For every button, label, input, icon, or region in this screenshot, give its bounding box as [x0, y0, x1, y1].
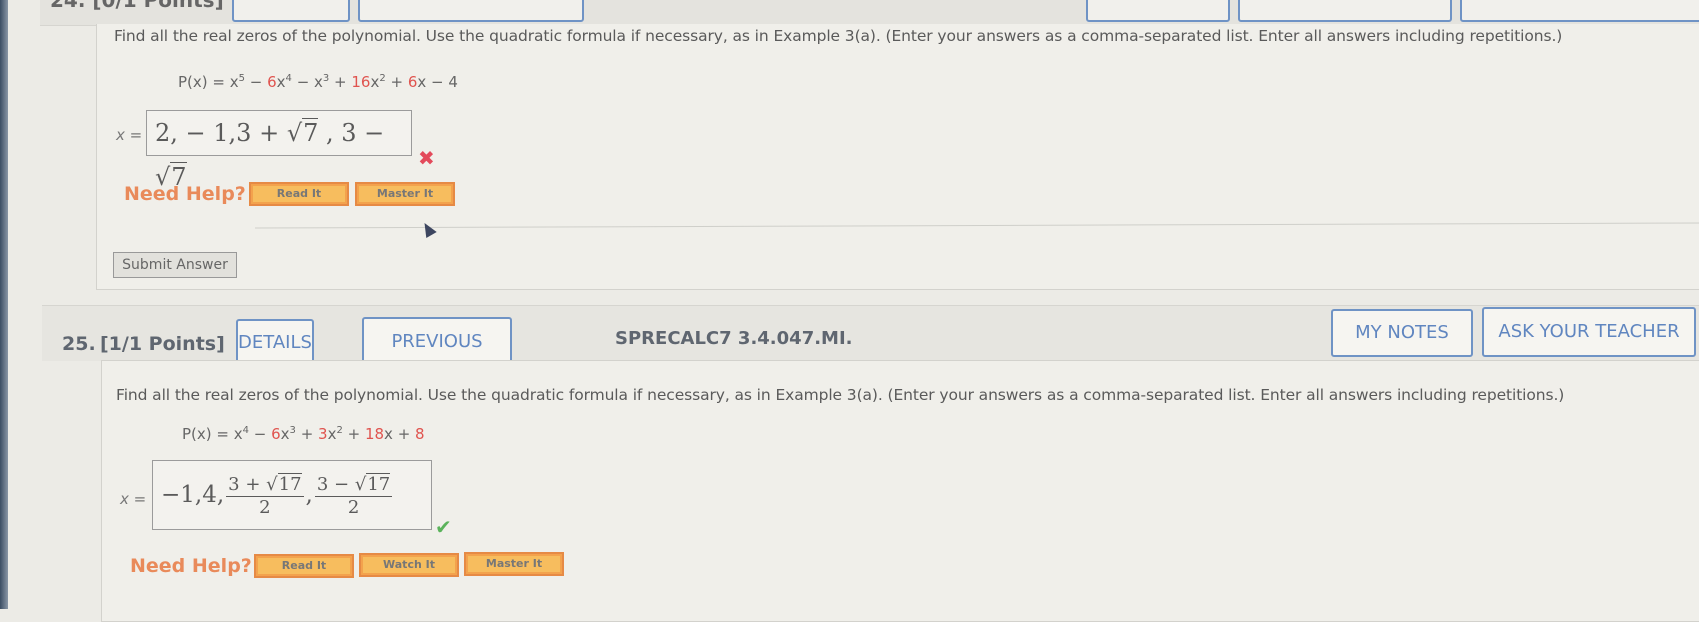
q24-points: 24. [0/1 Points] [50, 0, 224, 12]
q24-read-it-button[interactable]: Read It [249, 182, 349, 206]
ask-your-teacher-button[interactable]: ASK YOUR TEACHER [1482, 307, 1696, 357]
window-edge [0, 0, 8, 609]
q25-watch-it-button[interactable]: Watch It [359, 553, 459, 577]
q25-points: [1/1 Points] [100, 333, 225, 355]
q24-need-help-label: Need Help? [124, 183, 246, 205]
q24-body [96, 24, 1699, 290]
q25-question-text: Find all the real zeros of the polynomia… [116, 386, 1565, 404]
q25-master-it-button[interactable]: Master It [464, 552, 564, 576]
q25-answer-field[interactable]: −1,4, 3 + √17 2, 3 − √17 2 [152, 460, 432, 530]
q25-x-label: x = [120, 490, 147, 508]
submit-answer-button[interactable]: Submit Answer [113, 252, 237, 278]
q24-details-button[interactable] [232, 0, 350, 22]
q24-my-notes-button[interactable] [1086, 0, 1230, 22]
q25-polynomial: P(x) = x4 − 6x3 + 3x2 + 18x + 8 [182, 425, 425, 443]
q24-previous-answers-button[interactable] [358, 0, 584, 22]
my-notes-button[interactable]: MY NOTES [1331, 309, 1473, 357]
q24-polynomial: P(x) = x5 − 6x4 − x3 + 16x2 + 6x − 4 [178, 73, 458, 91]
q24-answer-field[interactable]: 2, − 1,3 + √7 , 3 − √7 [146, 110, 412, 191]
q25-number: 25. [62, 333, 96, 355]
q25-need-help-label: Need Help? [130, 555, 252, 577]
q24-master-it-button[interactable]: Master It [355, 182, 455, 206]
correct-checkmark-icon: ✔ [435, 515, 452, 539]
q24-question-text: Find all the real zeros of the polynomia… [114, 27, 1563, 45]
q24-extra-button[interactable] [1460, 0, 1699, 22]
q24-x-label: x = [116, 126, 143, 144]
q25-read-it-button[interactable]: Read It [254, 554, 354, 578]
q24-ask-teacher-button[interactable] [1238, 0, 1452, 22]
incorrect-icon: ✖ [418, 146, 435, 170]
problem-reference: SPRECALC7 3.4.047.MI. [615, 328, 853, 349]
